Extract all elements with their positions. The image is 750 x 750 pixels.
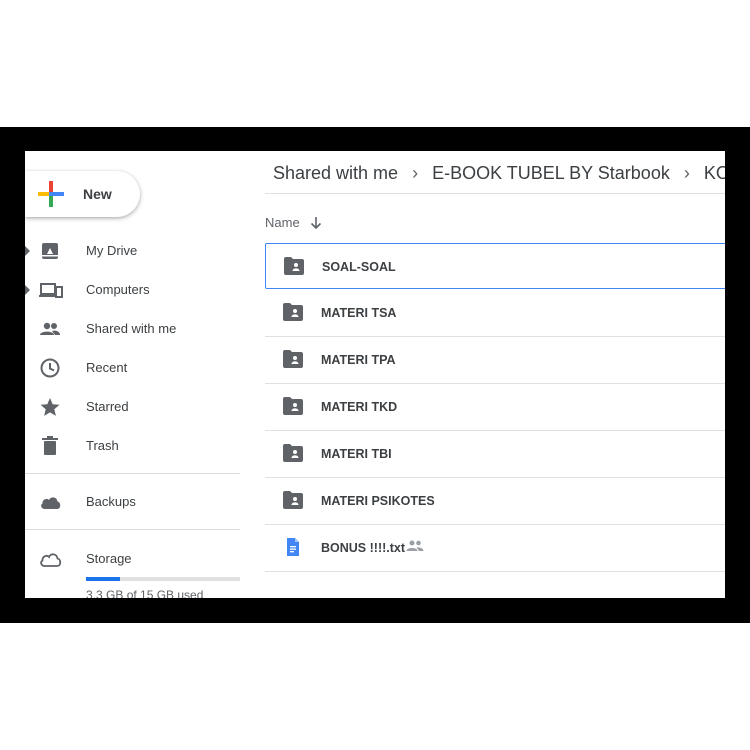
file-row[interactable]: MATERI TPA [265,337,725,384]
sidebar-item-label: Backups [86,494,136,509]
storage-progress-bar [86,577,240,581]
file-row[interactable]: MATERI TBI [265,431,725,478]
trash-icon [42,436,58,455]
shared-with-me-icon [40,322,60,335]
shared-folder-icon [283,397,303,415]
storage-progress-fill [86,577,120,581]
file-row[interactable]: BONUS !!!!.txt [265,525,725,572]
shared-folder-icon [284,257,304,275]
file-name: MATERI TBI [321,447,392,461]
chevron-right-icon: › [412,162,419,183]
sidebar-divider [25,473,240,474]
file-row[interactable]: SOAL-SOAL [265,243,725,289]
new-button[interactable]: New [25,171,140,217]
arrow-down-icon[interactable] [310,216,322,230]
expand-caret-icon[interactable] [25,246,30,256]
name-column-header[interactable]: Name [265,215,322,230]
file-name: MATERI TKD [321,400,398,414]
header-divider [265,193,725,194]
sidebar-item-storage[interactable]: Storage [25,544,240,574]
cloud-outline-icon [40,553,62,567]
expand-caret-icon[interactable] [25,285,30,295]
chevron-right-icon: › [683,162,690,183]
storage-used-text: 3.3 GB of 15 GB used [86,588,204,598]
plus-icon [38,181,64,207]
star-icon [40,398,60,416]
shared-folder-icon [283,303,303,321]
sidebar-item-my-drive[interactable]: My Drive [25,236,240,266]
sidebar-item-label: Computers [86,282,150,297]
breadcrumb-item[interactable]: KO [704,163,725,184]
computers-icon [39,283,63,298]
shared-folder-icon [283,444,303,462]
sidebar-item-backups[interactable]: Backups [25,487,240,517]
drive-window: New My Drive Computers Shared with me Re… [25,151,725,598]
breadcrumb-item[interactable]: E-BOOK TUBEL BY Starbook [432,163,670,184]
file-name: MATERI TSA [321,306,397,320]
file-name: MATERI TPA [321,353,396,367]
sidebar-item-shared-with-me[interactable]: Shared with me [25,314,240,344]
new-button-label: New [83,186,112,202]
file-row[interactable]: MATERI TKD [265,384,725,431]
sidebar-item-label: Trash [86,438,119,453]
shared-people-icon [406,540,424,551]
my-drive-icon [42,243,58,259]
sidebar-item-label: Recent [86,360,128,375]
sidebar-item-starred[interactable]: Starred [25,392,240,422]
sidebar-item-computers[interactable]: Computers [25,275,240,305]
sidebar-divider [25,529,240,530]
sidebar-item-trash[interactable]: Trash [25,431,240,461]
breadcrumb-item[interactable]: Shared with me [273,163,398,184]
column-header-label: Name [265,215,300,230]
file-row[interactable]: MATERI PSIKOTES [265,478,725,525]
clock-icon [40,358,60,378]
file-name: BONUS !!!!.txt [321,541,406,555]
sidebar-item-label: My Drive [86,243,138,258]
breadcrumb: Shared with me › E-BOOK TUBEL BY Starboo… [273,161,725,185]
sidebar-item-recent[interactable]: Recent [25,353,240,383]
sidebar-item-label: Storage [86,551,132,566]
file-row[interactable]: MATERI TSA [265,290,725,337]
google-doc-icon [287,538,299,556]
file-name: SOAL-SOAL [322,260,396,274]
file-name: MATERI PSIKOTES [321,494,435,508]
cloud-icon [41,497,61,509]
sidebar-item-label: Shared with me [86,321,177,336]
shared-folder-icon [283,350,303,368]
shared-folder-icon [283,491,303,509]
sidebar-item-label: Starred [86,399,129,414]
